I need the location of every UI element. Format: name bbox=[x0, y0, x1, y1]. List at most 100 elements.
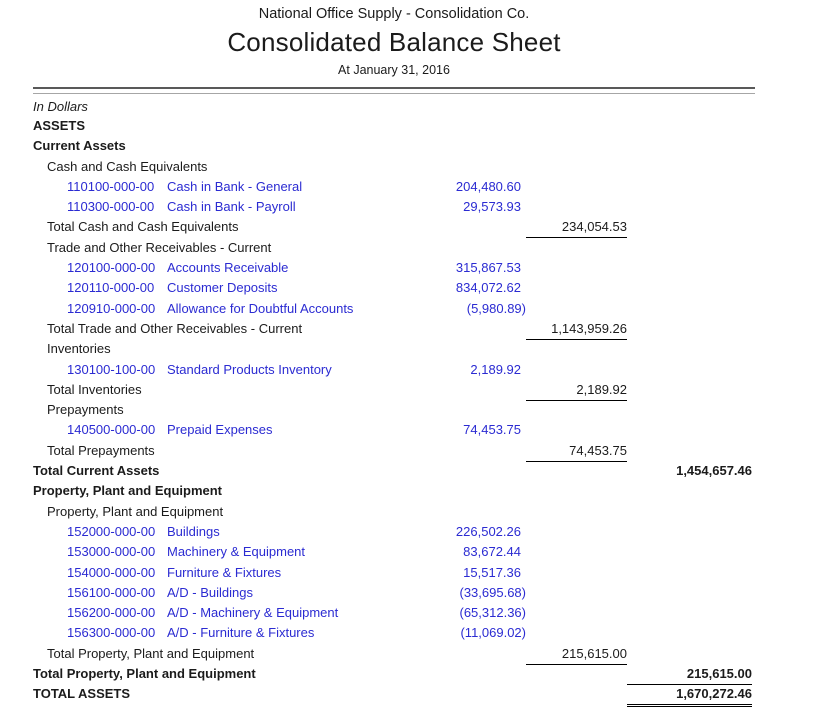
subtotal-value: 74,453.75 bbox=[526, 441, 627, 462]
account-amount-link[interactable]: 83,672.44 bbox=[406, 542, 526, 562]
account-row: 140500-000-00Prepaid Expenses 74,453.75 bbox=[33, 420, 755, 440]
account-row: 156200-000-00A/D - Machinery & Equipment… bbox=[33, 603, 755, 623]
total-label: Total Current Assets bbox=[33, 461, 526, 481]
account-amount-link[interactable]: (33,695.68) bbox=[406, 583, 526, 603]
account-number-link[interactable]: 154000-000-00 bbox=[67, 563, 167, 583]
account-name-link[interactable]: Allowance for Doubtful Accounts bbox=[167, 301, 353, 316]
grand-total-label: TOTAL ASSETS bbox=[33, 684, 526, 705]
group-row: Cash and Cash Equivalents bbox=[33, 157, 755, 177]
account-name-link[interactable]: Buildings bbox=[167, 524, 220, 539]
account-label: 110300-000-00Cash in Bank - Payroll bbox=[33, 197, 406, 217]
group-label: Trade and Other Receivables - Current bbox=[33, 238, 526, 258]
subtotal-row: Total Prepayments 74,453.75 bbox=[33, 441, 755, 461]
header-divider bbox=[33, 87, 755, 94]
account-amount-link[interactable]: 74,453.75 bbox=[406, 420, 526, 440]
subtotal-value: 215,615.00 bbox=[526, 644, 627, 665]
account-name-link[interactable]: Prepaid Expenses bbox=[167, 422, 273, 437]
account-number-link[interactable]: 120100-000-00 bbox=[67, 258, 167, 278]
account-amount-link[interactable]: (65,312.36) bbox=[406, 603, 526, 623]
account-name-link[interactable]: Customer Deposits bbox=[167, 280, 278, 295]
account-label: 120100-000-00Accounts Receivable bbox=[33, 258, 406, 278]
account-label: 120110-000-00Customer Deposits bbox=[33, 278, 406, 298]
section-label: Current Assets bbox=[33, 136, 526, 156]
account-label: 156200-000-00A/D - Machinery & Equipment bbox=[33, 603, 406, 623]
balance-sheet-body: ASSETS Current Assets Cash and Cash Equi… bbox=[33, 116, 755, 705]
currency-note: In Dollars bbox=[33, 98, 840, 116]
account-amount-link[interactable]: 15,517.36 bbox=[406, 563, 526, 583]
grand-total-row: TOTAL ASSETS 1,670,272.46 bbox=[33, 684, 755, 704]
account-number-link[interactable]: 110300-000-00 bbox=[67, 197, 167, 217]
total-label: Total Property, Plant and Equipment bbox=[33, 664, 526, 685]
account-amount-link[interactable]: 2,189.92 bbox=[406, 360, 526, 380]
group-label: Inventories bbox=[33, 339, 526, 359]
account-name-link[interactable]: Machinery & Equipment bbox=[167, 544, 305, 559]
section-row: ASSETS bbox=[33, 116, 755, 136]
account-name-link[interactable]: A/D - Machinery & Equipment bbox=[167, 605, 338, 620]
account-number-link[interactable]: 120110-000-00 bbox=[67, 278, 167, 298]
account-name-link[interactable]: Standard Products Inventory bbox=[167, 362, 332, 377]
group-row: Prepayments bbox=[33, 400, 755, 420]
account-number-link[interactable]: 130100-100-00 bbox=[67, 360, 167, 380]
subtotal-row: Total Trade and Other Receivables - Curr… bbox=[33, 319, 755, 339]
account-amount-link[interactable]: (5,980.89) bbox=[406, 299, 526, 319]
section-label: Property, Plant and Equipment bbox=[33, 481, 526, 501]
account-name-link[interactable]: Furniture & Fixtures bbox=[167, 565, 281, 580]
subtotal-row: Total Cash and Cash Equivalents 234,054.… bbox=[33, 217, 755, 237]
account-row: 156300-000-00A/D - Furniture & Fixtures … bbox=[33, 623, 755, 643]
report-title: Consolidated Balance Sheet bbox=[33, 26, 755, 58]
account-number-link[interactable]: 110100-000-00 bbox=[67, 177, 167, 197]
account-label: 156100-000-00A/D - Buildings bbox=[33, 583, 406, 603]
section-label: ASSETS bbox=[33, 116, 526, 136]
total-row: Total Property, Plant and Equipment 215,… bbox=[33, 664, 755, 684]
account-number-link[interactable]: 140500-000-00 bbox=[67, 420, 167, 440]
account-number-link[interactable]: 156300-000-00 bbox=[67, 623, 167, 643]
account-number-link[interactable]: 152000-000-00 bbox=[67, 522, 167, 542]
account-row: 120110-000-00Customer Deposits 834,072.6… bbox=[33, 278, 755, 298]
subtotal-value: 234,054.53 bbox=[526, 217, 627, 238]
subtotal-value: 1,143,959.26 bbox=[526, 319, 627, 340]
total-row: Total Current Assets 1,454,657.46 bbox=[33, 461, 755, 481]
account-amount-link[interactable]: 834,072.62 bbox=[406, 278, 526, 298]
account-row: 156100-000-00A/D - Buildings (33,695.68) bbox=[33, 583, 755, 603]
account-row: 110300-000-00Cash in Bank - Payroll 29,5… bbox=[33, 197, 755, 217]
account-name-link[interactable]: Cash in Bank - Payroll bbox=[167, 199, 296, 214]
subtotal-label: Total Property, Plant and Equipment bbox=[33, 644, 526, 665]
group-label: Prepayments bbox=[33, 400, 526, 420]
section-row: Current Assets bbox=[33, 136, 755, 156]
total-value: 215,615.00 bbox=[627, 664, 752, 685]
account-amount-link[interactable]: 204,480.60 bbox=[406, 177, 526, 197]
account-label: 154000-000-00Furniture & Fixtures bbox=[33, 563, 406, 583]
subtotal-row: Total Property, Plant and Equipment 215,… bbox=[33, 644, 755, 664]
group-row: Property, Plant and Equipment bbox=[33, 502, 755, 522]
account-row: 110100-000-00Cash in Bank - General 204,… bbox=[33, 177, 755, 197]
section-row: Property, Plant and Equipment bbox=[33, 481, 755, 501]
account-label: 120910-000-00Allowance for Doubtful Acco… bbox=[33, 299, 406, 319]
subtotal-value: 2,189.92 bbox=[526, 380, 627, 401]
grand-total-value: 1,670,272.46 bbox=[627, 684, 752, 705]
total-value: 1,454,657.46 bbox=[627, 461, 752, 481]
account-number-link[interactable]: 156100-000-00 bbox=[67, 583, 167, 603]
group-row: Trade and Other Receivables - Current bbox=[33, 238, 755, 258]
account-amount-link[interactable]: 29,573.93 bbox=[406, 197, 526, 217]
balance-sheet-report: National Office Supply - Consolidation C… bbox=[0, 0, 840, 712]
account-amount-link[interactable]: 315,867.53 bbox=[406, 258, 526, 278]
subtotal-label: Total Inventories bbox=[33, 380, 526, 401]
account-name-link[interactable]: Cash in Bank - General bbox=[167, 179, 302, 194]
subtotal-label: Total Prepayments bbox=[33, 441, 526, 462]
account-number-link[interactable]: 120910-000-00 bbox=[67, 299, 167, 319]
account-row: 120100-000-00Accounts Receivable 315,867… bbox=[33, 258, 755, 278]
account-label: 153000-000-00Machinery & Equipment bbox=[33, 542, 406, 562]
account-label: 156300-000-00A/D - Furniture & Fixtures bbox=[33, 623, 406, 643]
account-row: 153000-000-00Machinery & Equipment 83,67… bbox=[33, 542, 755, 562]
account-number-link[interactable]: 153000-000-00 bbox=[67, 542, 167, 562]
account-name-link[interactable]: Accounts Receivable bbox=[167, 260, 288, 275]
account-row: 130100-100-00Standard Products Inventory… bbox=[33, 360, 755, 380]
account-name-link[interactable]: A/D - Buildings bbox=[167, 585, 253, 600]
account-name-link[interactable]: A/D - Furniture & Fixtures bbox=[167, 625, 314, 640]
account-number-link[interactable]: 156200-000-00 bbox=[67, 603, 167, 623]
group-label: Cash and Cash Equivalents bbox=[33, 157, 526, 177]
subtotal-label: Total Cash and Cash Equivalents bbox=[33, 217, 526, 238]
report-date: At January 31, 2016 bbox=[33, 62, 755, 78]
account-amount-link[interactable]: 226,502.26 bbox=[406, 522, 526, 542]
account-amount-link[interactable]: (11,069.02) bbox=[406, 623, 526, 643]
